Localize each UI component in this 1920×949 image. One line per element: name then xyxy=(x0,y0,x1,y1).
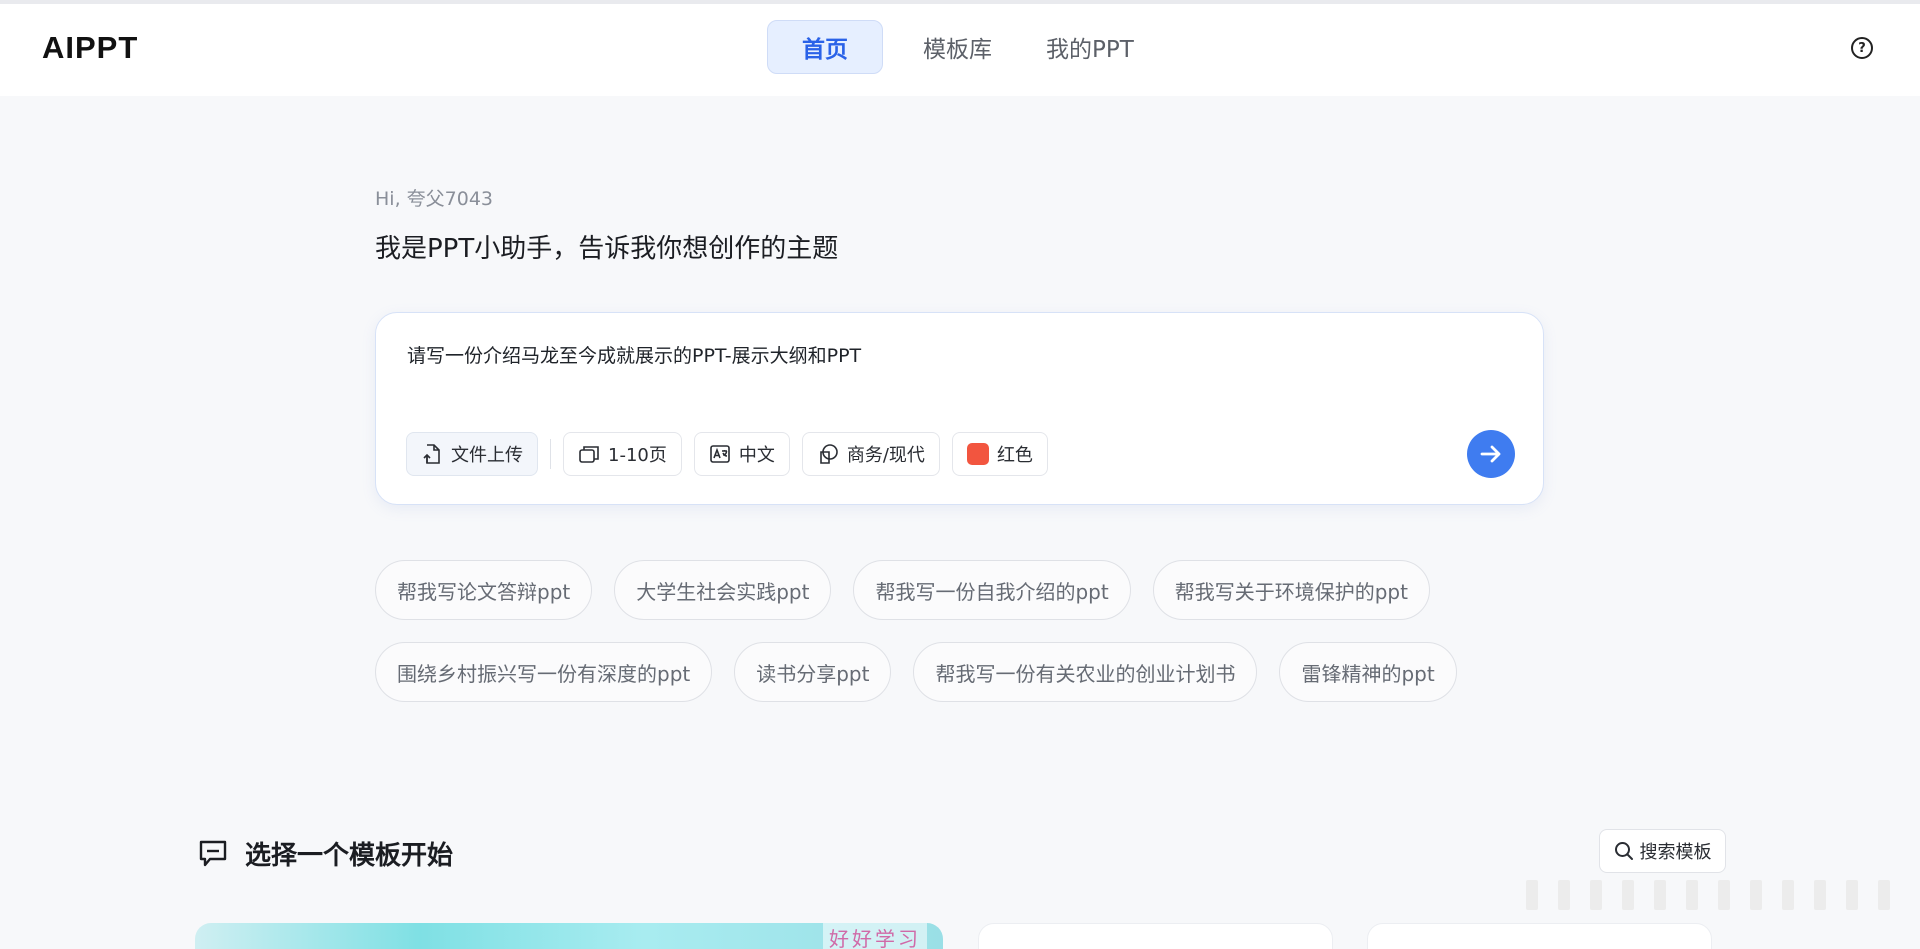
suggestion-chip[interactable]: 围绕乡村振兴写一份有深度的ppt xyxy=(375,642,713,702)
suggestion-chip[interactable]: 帮我写论文答辩ppt xyxy=(375,560,593,620)
suggestion-chip[interactable]: 读书分享ppt xyxy=(734,642,892,702)
page-headline: 我是PPT小助手，告诉我你想创作的主题 xyxy=(375,234,839,264)
template-card[interactable] xyxy=(1367,923,1712,949)
color-select[interactable]: 红色 xyxy=(951,432,1048,476)
language-select[interactable]: 中文 xyxy=(693,432,790,476)
suggestion-chips: 帮我写论文答辩ppt 大学生社会实践ppt 帮我写一份自我介绍的ppt 帮我写关… xyxy=(375,560,1555,724)
style-label: 商务/现代 xyxy=(846,445,925,466)
suggestion-row-2: 围绕乡村振兴写一份有深度的ppt 读书分享ppt 帮我写一份有关农业的创业计划书… xyxy=(375,642,1555,702)
file-upload-label: 文件上传 xyxy=(451,445,523,466)
translate-icon xyxy=(710,445,730,463)
style-select[interactable]: 商务/现代 xyxy=(801,432,940,476)
suggestion-chip[interactable]: 帮我写关于环境保护的ppt xyxy=(1152,560,1430,620)
search-template-label: 搜索模板 xyxy=(1639,842,1712,863)
nav-item-template-library[interactable]: 模板库 xyxy=(883,20,1012,74)
prompt-composer: 文件上传 1-10页 中文 商务/现代 红色 xyxy=(375,312,1544,505)
nav-item-my-ppt[interactable]: 我的PPT xyxy=(1012,20,1167,74)
search-icon xyxy=(1614,842,1633,860)
top-header: AIPPT 首页 模板库 我的PPT ? xyxy=(0,4,1920,96)
style-shapes-icon xyxy=(820,444,838,464)
language-label: 中文 xyxy=(738,445,775,466)
template-card-caption: 好好学习 xyxy=(823,923,927,949)
main-nav: 首页 模板库 我的PPT xyxy=(767,20,1167,74)
arrow-right-icon xyxy=(1480,445,1501,463)
template-card[interactable]: 好好学习 xyxy=(195,923,943,949)
decorative-strip xyxy=(1520,880,1900,910)
file-upload-icon xyxy=(423,444,440,464)
file-upload-button[interactable]: 文件上传 xyxy=(406,432,538,476)
composer-options: 文件上传 1-10页 中文 商务/现代 红色 xyxy=(406,432,1060,476)
pages-icon xyxy=(579,446,599,463)
page-count-select[interactable]: 1-10页 xyxy=(563,432,682,476)
suggestion-chip[interactable]: 雷锋精神的ppt xyxy=(1279,642,1457,702)
send-button[interactable] xyxy=(1467,430,1515,478)
options-divider xyxy=(550,439,551,469)
suggestion-chip[interactable]: 帮我写一份有关农业的创业计划书 xyxy=(913,642,1258,702)
question-circle-icon[interactable]: ? xyxy=(1851,37,1873,59)
search-template-button[interactable]: 搜索模板 xyxy=(1599,829,1726,873)
template-section-title: 选择一个模板开始 xyxy=(245,841,454,871)
suggestion-chip[interactable]: 大学生社会实践ppt xyxy=(614,560,832,620)
page-count-label: 1-10页 xyxy=(608,445,667,466)
template-section-header: 选择一个模板开始 xyxy=(197,835,453,872)
color-label: 红色 xyxy=(996,445,1033,466)
template-card[interactable] xyxy=(978,923,1333,949)
greeting-text: Hi, 夸父7043 xyxy=(375,188,493,210)
prompt-input[interactable] xyxy=(407,343,1407,365)
color-swatch xyxy=(966,443,989,465)
suggestion-chip[interactable]: 帮我写一份自我介绍的ppt xyxy=(853,560,1131,620)
nav-item-home[interactable]: 首页 xyxy=(767,20,883,74)
suggestion-row-1: 帮我写论文答辩ppt 大学生社会实践ppt 帮我写一份自我介绍的ppt 帮我写关… xyxy=(375,560,1555,620)
logo[interactable]: AIPPT xyxy=(42,30,138,66)
chat-bubble-icon xyxy=(199,840,227,866)
